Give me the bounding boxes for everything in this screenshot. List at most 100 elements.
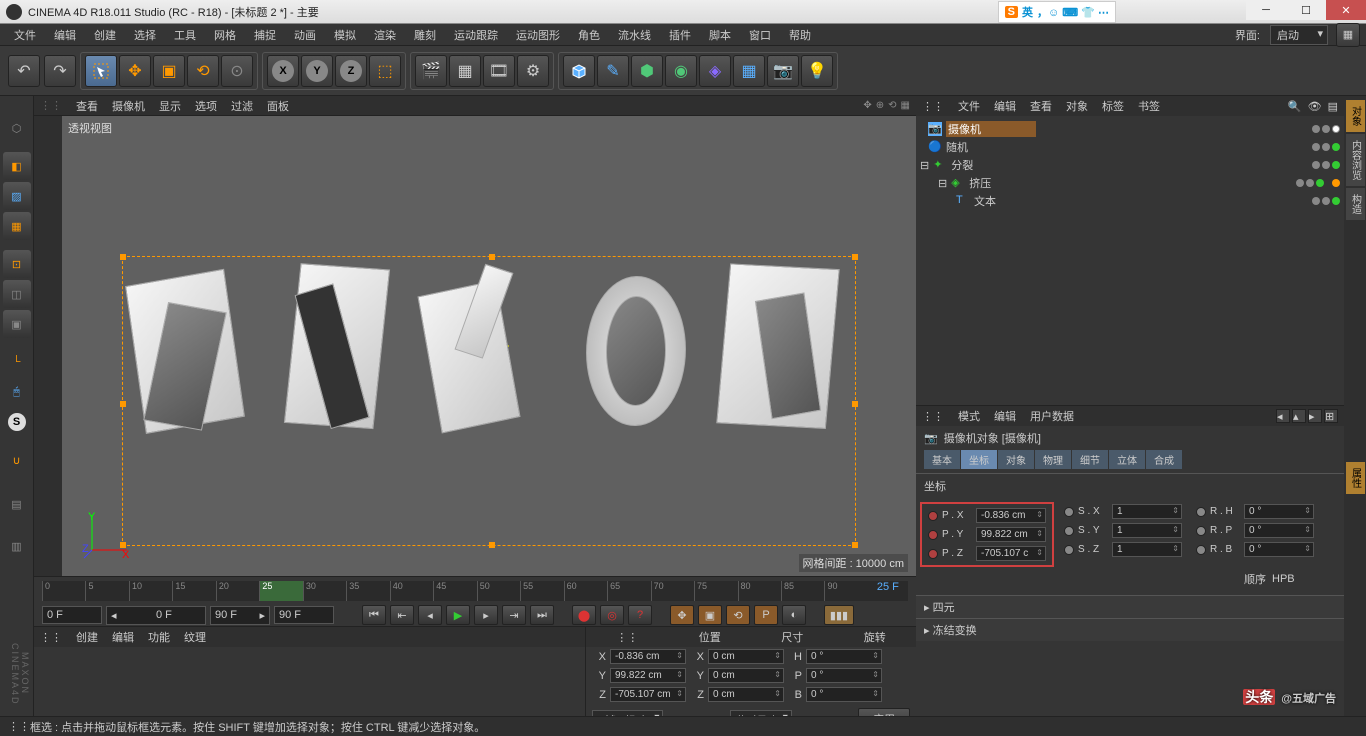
tree-random[interactable]: 🔵随机 [920,138,1340,156]
vp-view[interactable]: 查看 [76,98,98,114]
y-axis-lock[interactable]: Y [301,55,333,87]
tl-next[interactable]: ▸ [474,605,498,625]
attr-fold-freeze[interactable]: 冻结变换 [916,618,1344,641]
render-settings[interactable]: ⚙ [517,55,549,87]
z-axis-lock[interactable]: Z [335,55,367,87]
tl-first[interactable]: ⏮ [362,605,386,625]
select-tool[interactable] [85,55,117,87]
panel-drag-icon[interactable]: ⋮⋮ [40,99,62,112]
size-z[interactable]: 0 cm [708,687,784,702]
tl-param[interactable]: P [754,605,778,625]
attr-rb[interactable]: 0 ° [1244,542,1314,557]
rot-h[interactable]: 0 ° [806,649,882,664]
size-x[interactable]: 0 cm [708,649,784,664]
tl-autokey[interactable]: ◎ [600,605,624,625]
deformer[interactable]: ◈ [699,55,731,87]
left-xray[interactable]: ▤ [3,484,31,524]
attr-px[interactable]: -0.836 cm [976,508,1046,523]
obj-filter-icon[interactable]: ▤ [1328,100,1338,113]
attr-rh[interactable]: 0 ° [1244,504,1314,519]
menu-help[interactable]: 帮助 [781,25,819,45]
edge-mode[interactable]: ◫ [3,280,31,308]
tl-start[interactable]: 0 F [42,606,102,624]
size-y[interactable]: 0 cm [708,668,784,683]
vp-zoom-icon[interactable]: ⊕ [876,100,884,111]
ui-layout-dropdown[interactable]: 启动 [1270,25,1328,45]
obj-eye-icon[interactable]: 👁 [1308,100,1322,113]
attr-pz[interactable]: -705.107 c [976,546,1046,561]
menu-tracking[interactable]: 运动跟踪 [446,25,506,45]
spline-pen[interactable]: ✎ [597,55,629,87]
mat-create[interactable]: 创建 [76,629,98,645]
maximize-button[interactable]: ☐ [1286,0,1326,20]
last-tool[interactable]: ⊙ [221,55,253,87]
scale-tool[interactable]: ▣ [153,55,185,87]
make-editable[interactable]: ⬡ [3,114,31,142]
attr-tab-physical[interactable]: 物理 [1035,450,1071,469]
obj-view[interactable]: 查看 [1030,98,1052,114]
vp-camera[interactable]: 摄像机 [112,98,145,114]
tl-pla[interactable]: ◐ [782,605,806,625]
sidetab-content[interactable]: 内容浏览 [1346,134,1365,186]
tl-play[interactable]: ▶ [446,605,470,625]
menu-file[interactable]: 文件 [6,25,44,45]
tree-camera[interactable]: 📷摄像机 [920,120,1340,138]
vp-options[interactable]: 选项 [195,98,217,114]
tl-scl[interactable]: ▣ [698,605,722,625]
tl-record[interactable]: ⬤ [572,605,596,625]
attr-fold-quaternion[interactable]: 四元 [916,595,1344,618]
attr-mode[interactable]: 模式 [958,408,980,424]
tl-last[interactable]: ⏭ [530,605,554,625]
attr-tab-basic[interactable]: 基本 [924,450,960,469]
generator-2[interactable]: ◉ [665,55,697,87]
viewport-canvas[interactable]: 透视视图 Y X [62,116,916,576]
menu-tools[interactable]: 工具 [166,25,204,45]
menu-sculpt[interactable]: 雕刻 [406,25,444,45]
attr-tab-compose[interactable]: 合成 [1146,450,1182,469]
obj-bookmark[interactable]: 书签 [1138,98,1160,114]
menu-create[interactable]: 创建 [86,25,124,45]
tl-prev[interactable]: ◂ [418,605,442,625]
sidetab-structure[interactable]: 构造 [1346,188,1365,220]
x-axis-lock[interactable]: X [267,55,299,87]
menu-mograph[interactable]: 运动图形 [508,25,568,45]
attr-new[interactable]: ⊞ [1324,409,1338,423]
menu-character[interactable]: 角色 [570,25,608,45]
menu-script[interactable]: 脚本 [701,25,739,45]
coord-system[interactable]: ⬚ [369,55,401,87]
pos-x[interactable]: -0.836 cm [610,649,686,664]
menu-anim[interactable]: 动画 [286,25,324,45]
environment[interactable]: ▦ [733,55,765,87]
tl-end2[interactable]: 90 F [274,606,334,624]
minimize-button[interactable]: ─ [1246,0,1286,20]
panel-drag-icon[interactable]: ⋮⋮ [40,631,62,644]
snap-toggle[interactable]: S [3,408,31,436]
close-button[interactable]: ✕ [1326,0,1366,20]
attr-order-drop[interactable]: HPB [1272,573,1332,585]
attr-up[interactable]: ▴ [1292,409,1306,423]
mat-function[interactable]: 功能 [148,629,170,645]
vp-panel[interactable]: 面板 [267,98,289,114]
mat-texture[interactable]: 纹理 [184,629,206,645]
rotate-tool[interactable]: ⟲ [187,55,219,87]
obj-file[interactable]: 文件 [958,98,980,114]
tl-current[interactable]: ◂0 F [106,606,206,625]
vp-layout-icon[interactable]: ▦ [901,100,910,111]
primitive-cube[interactable] [563,55,595,87]
redo-button[interactable]: ↷ [44,55,76,87]
obj-edit[interactable]: 编辑 [994,98,1016,114]
layout-icon[interactable]: ▦ [1336,23,1360,47]
render-view[interactable]: 🎬 [415,55,447,87]
menu-snap[interactable]: 捕捉 [246,25,284,45]
obj-search-icon[interactable]: 🔍 [1288,100,1302,113]
attr-edit[interactable]: 编辑 [994,408,1016,424]
menu-mesh[interactable]: 网格 [206,25,244,45]
obj-obj[interactable]: 对象 [1066,98,1088,114]
menu-edit[interactable]: 编辑 [46,25,84,45]
menu-window[interactable]: 窗口 [741,25,779,45]
vp-filter[interactable]: 过滤 [231,98,253,114]
tl-rot[interactable]: ⟲ [726,605,750,625]
left-lock[interactable]: ▥ [3,526,31,566]
menu-sim[interactable]: 模拟 [326,25,364,45]
menu-render[interactable]: 渲染 [366,25,404,45]
